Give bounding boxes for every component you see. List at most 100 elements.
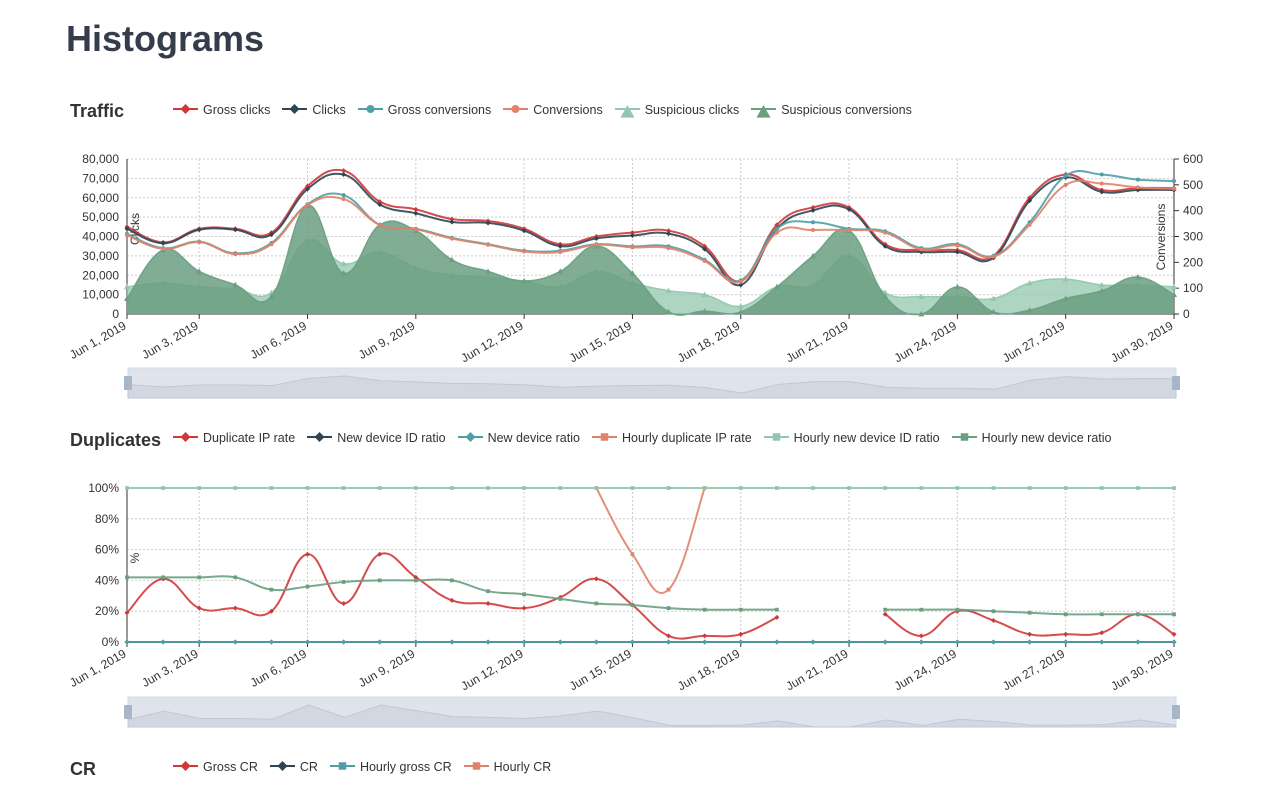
cr-section-title: CR: [70, 759, 96, 779]
x-tick-label: Jun 24, 2019: [892, 646, 959, 693]
data-point: [558, 486, 563, 490]
data-point: [558, 597, 563, 601]
data-point: [449, 639, 455, 645]
x-tick-label: Jun 3, 2019: [139, 646, 201, 690]
data-point: [305, 639, 311, 645]
data-point: [955, 607, 960, 612]
data-point: [1171, 639, 1177, 645]
data-point: [629, 639, 635, 645]
data-point: [990, 617, 996, 623]
data-point: [630, 552, 635, 557]
data-point: [1172, 486, 1176, 490]
diamond-icon: [173, 761, 198, 771]
data-point: [846, 639, 852, 645]
data-point: [630, 603, 635, 607]
data-point: [593, 639, 599, 645]
data-point: [955, 486, 960, 490]
data-point: [196, 639, 202, 645]
data-point: [1027, 486, 1032, 490]
data-point: [810, 639, 816, 645]
data-point: [269, 486, 274, 490]
data-point: [1099, 486, 1104, 490]
data-point: [666, 587, 671, 592]
data-point: [1063, 639, 1069, 645]
slider-handle-left[interactable]: [124, 705, 132, 719]
duplicates-chart: 0% 20% 40% 60% 80% 100% Jun 1, 2019 Jun 3, 2019…: [67, 481, 1180, 728]
data-point: [919, 607, 924, 612]
y-tick-label: 100%: [88, 481, 119, 495]
legend-item-gross-cr[interactable]: Gross CR: [173, 758, 258, 776]
data-point: [305, 486, 310, 490]
data-point: [1063, 486, 1068, 490]
data-point: [124, 639, 130, 645]
data-point: [702, 486, 707, 490]
data-point: [341, 486, 346, 490]
data-point: [377, 639, 383, 645]
data-point: [811, 486, 815, 490]
data-point: [1099, 630, 1105, 636]
legend-item-hourly-cr[interactable]: Hourly CR: [463, 758, 551, 776]
data-point: [521, 639, 527, 645]
data-point: [485, 601, 491, 606]
data-point: [883, 607, 888, 612]
data-point: [738, 639, 744, 645]
legend-label: Hourly gross CR: [359, 760, 452, 774]
y-tick-label: 20%: [95, 604, 119, 618]
data-point: [486, 589, 490, 594]
cr-legend: Gross CR CR Hourly gross CR Hourly CR: [173, 758, 551, 776]
data-point: [919, 486, 924, 490]
data-point: [450, 486, 454, 490]
series-hourly-duplicate-ip-rate: [594, 486, 707, 594]
data-point: [1027, 610, 1032, 615]
x-tick-label: Jun 9, 2019: [356, 646, 418, 690]
diamond-icon: [269, 761, 295, 771]
data-point: [341, 580, 346, 584]
data-point: [341, 639, 347, 645]
data-point: [305, 551, 311, 557]
x-tick-label: Jun 15, 2019: [567, 646, 634, 693]
legend-item-cr[interactable]: CR: [269, 758, 318, 776]
data-point: [883, 486, 888, 490]
data-point: [593, 576, 599, 582]
data-point: [521, 605, 527, 611]
y-tick-label: 60%: [95, 543, 119, 557]
data-point: [918, 639, 924, 645]
slider-handle-right[interactable]: [1172, 705, 1180, 719]
data-point: [666, 486, 671, 490]
data-point: [413, 578, 418, 583]
data-point: [269, 587, 274, 592]
data-point: [161, 486, 165, 490]
legend-item-hourly-gross-cr[interactable]: Hourly gross CR: [329, 758, 452, 776]
data-point: [341, 601, 347, 606]
data-point: [702, 639, 708, 645]
y-tick-label: 80%: [95, 512, 119, 526]
series-duplicate-ip-rate: [124, 551, 1177, 640]
data-point: [990, 639, 996, 645]
data-point: [486, 486, 490, 490]
data-point: [485, 639, 491, 645]
data-point: [594, 601, 599, 606]
data-point: [232, 605, 238, 611]
data-point: [847, 486, 851, 490]
data-point: [1063, 631, 1069, 637]
data-point: [305, 584, 310, 589]
data-point: [738, 631, 744, 637]
data-point: [197, 575, 202, 580]
y-tick-label: 40%: [95, 573, 119, 587]
series-new-device-ratio: [124, 639, 1177, 645]
y-axis-label: %: [128, 552, 142, 563]
zoom-slider[interactable]: [124, 696, 1180, 728]
x-tick-label: Jun 30, 2019: [1108, 646, 1175, 693]
data-point: [1136, 486, 1140, 490]
data-point: [522, 592, 527, 597]
data-point: [702, 607, 707, 612]
data-point: [450, 578, 454, 583]
data-point: [377, 486, 382, 490]
data-point: [1135, 639, 1141, 645]
data-point: [774, 486, 779, 490]
data-point: [161, 575, 165, 580]
data-point: [882, 639, 888, 645]
data-point: [413, 486, 418, 490]
x-tick-label: Jun 21, 2019: [783, 646, 850, 693]
legend-label: Gross CR: [203, 760, 258, 774]
